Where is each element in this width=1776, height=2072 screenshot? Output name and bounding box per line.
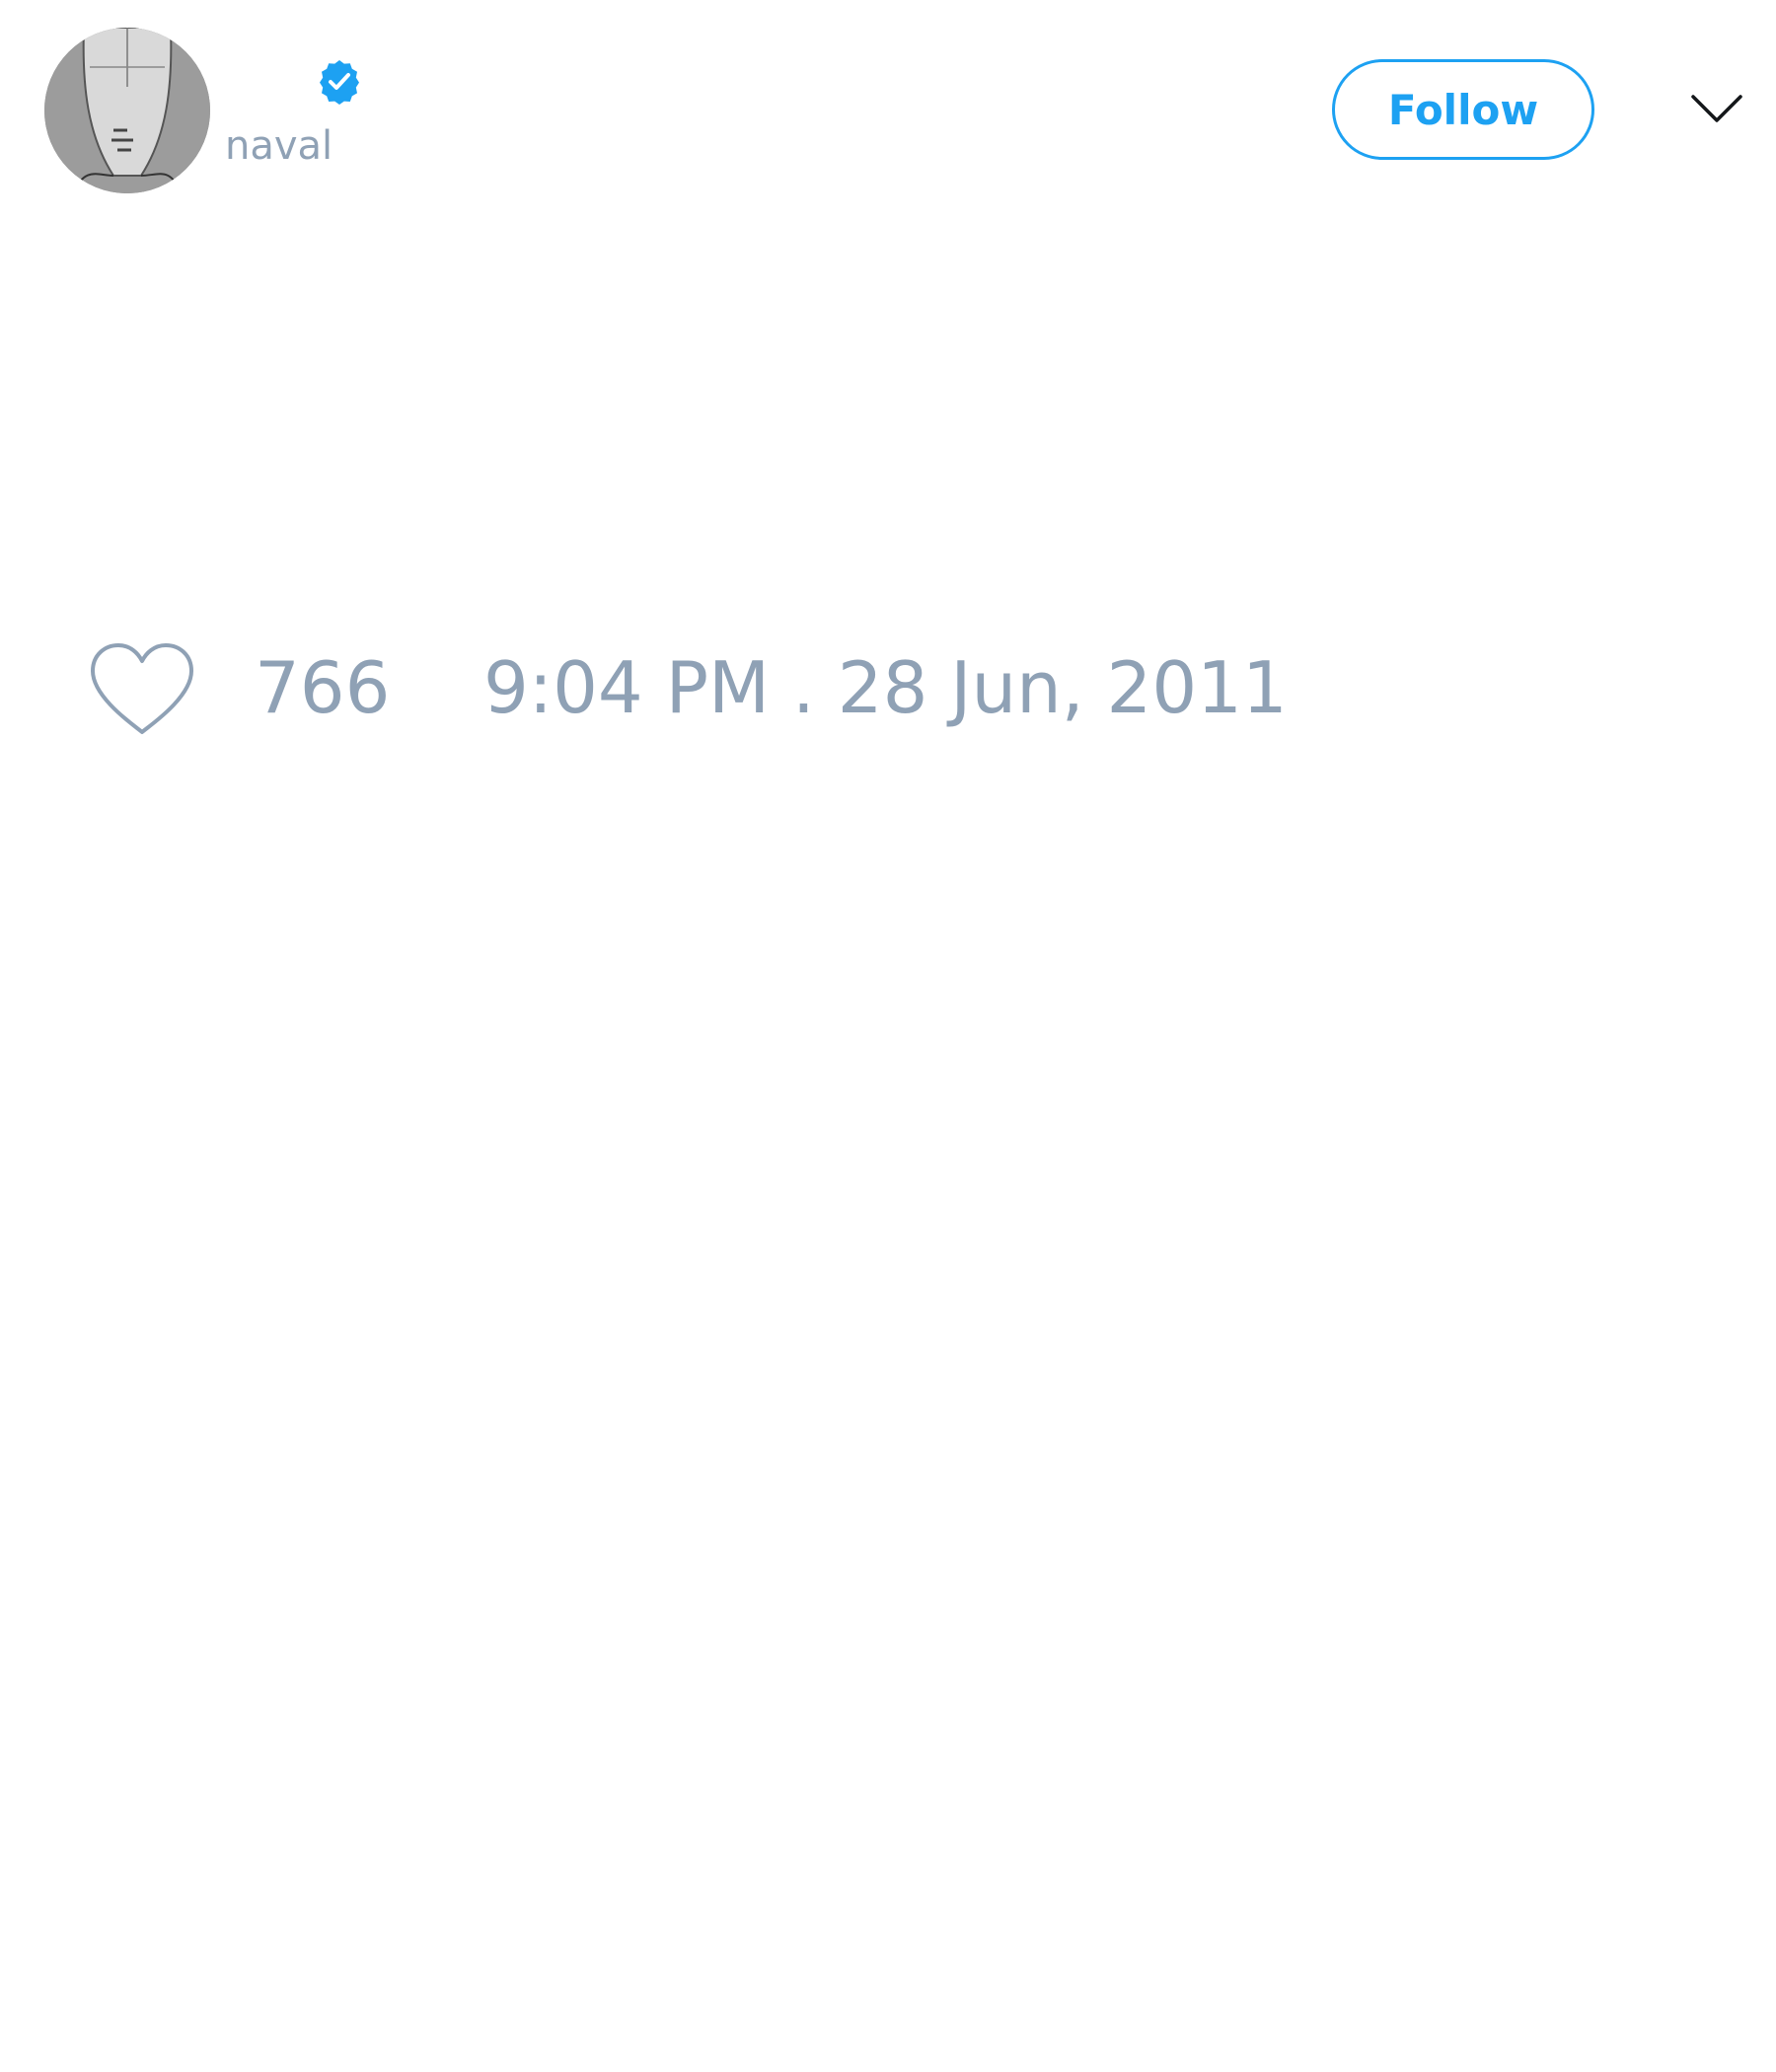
verified-badge-icon [316, 57, 363, 105]
like-count: 766 [255, 646, 391, 729]
tweet-card: naval Follow 766 9:04 PM . 28 Jun, 2011 [0, 0, 1776, 2072]
tweet-footer: 766 9:04 PM . 28 Jun, 2011 [89, 631, 1470, 740]
avatar[interactable] [44, 28, 210, 193]
display-name[interactable] [225, 51, 324, 111]
follow-button[interactable]: Follow [1332, 59, 1594, 160]
avatar-sketch-icon [44, 28, 210, 193]
chevron-down-icon[interactable] [1689, 89, 1744, 128]
heart-icon[interactable] [89, 641, 195, 738]
tweet-timestamp[interactable]: 9:04 PM . 28 Jun, 2011 [483, 645, 1288, 730]
user-handle[interactable]: naval [225, 126, 333, 166]
